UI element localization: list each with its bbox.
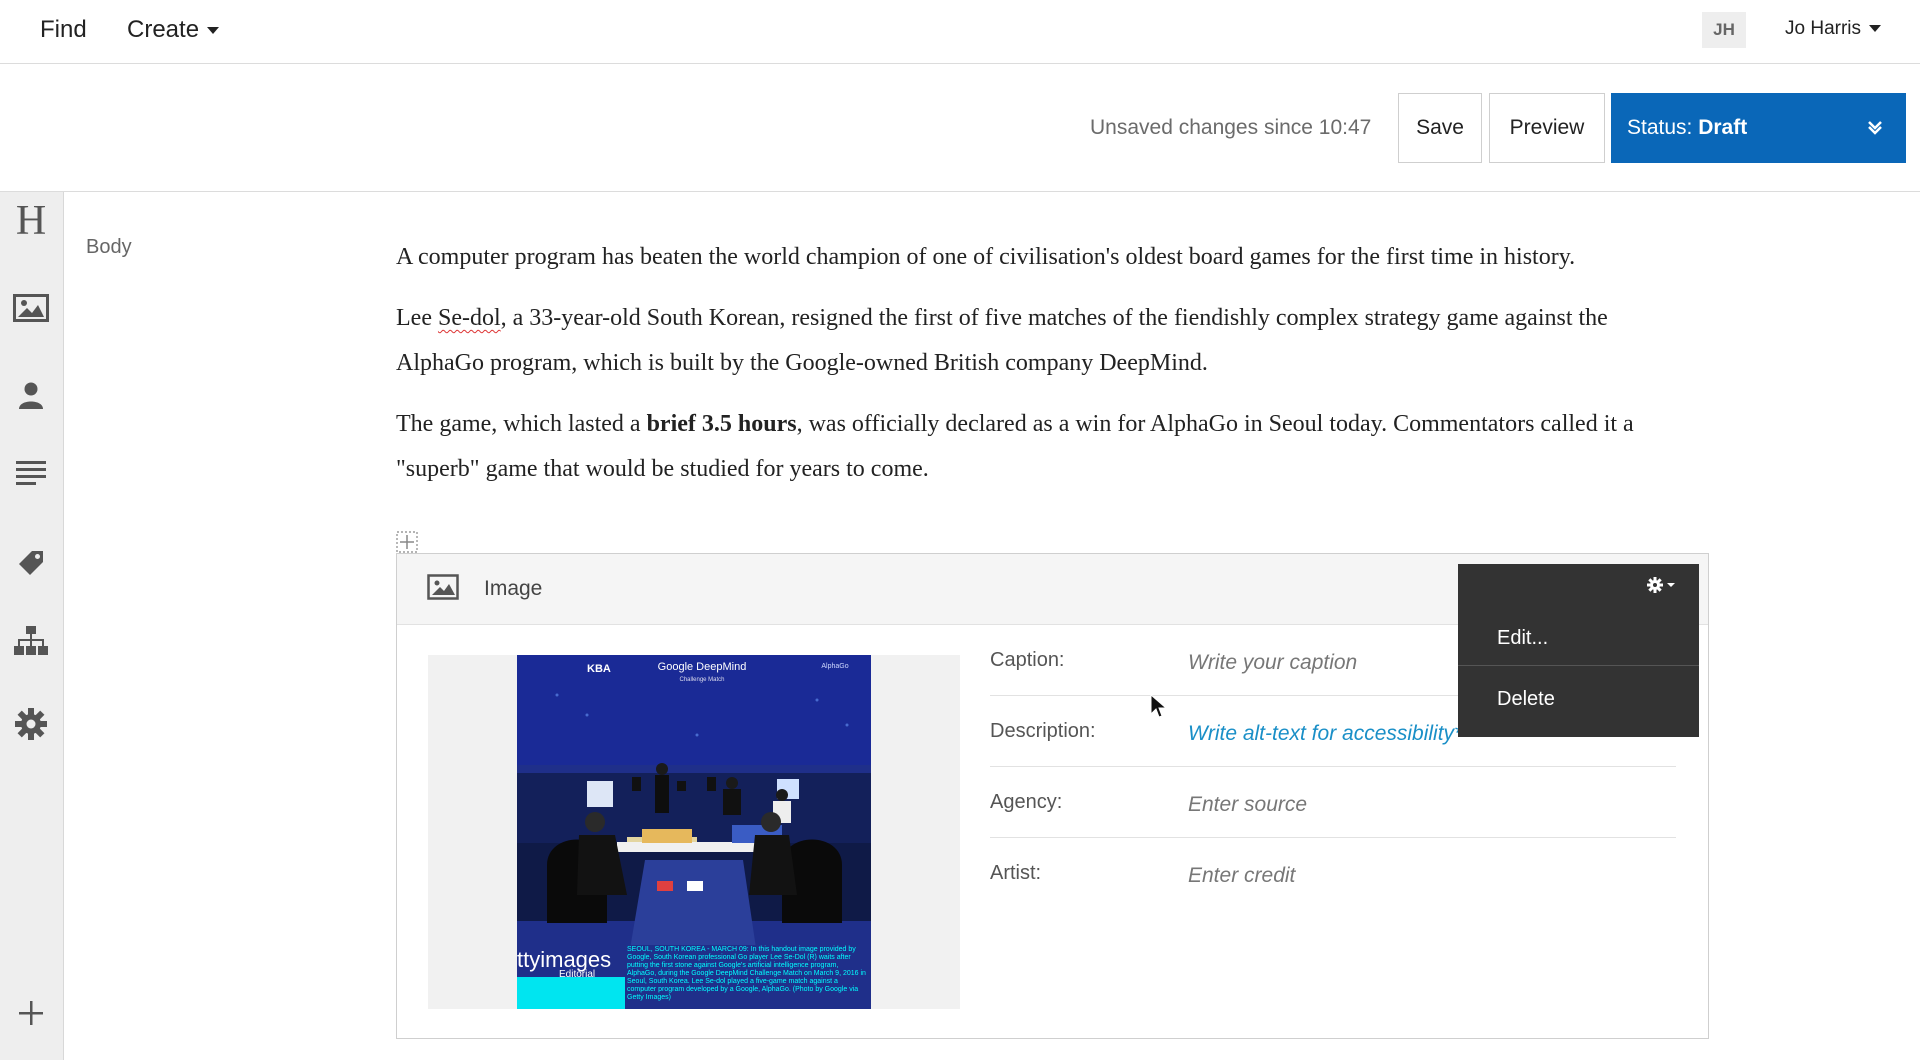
drag-handle-icon[interactable] [396, 531, 418, 553]
image-settings-menu: Edit... Delete [1458, 564, 1699, 737]
plus-icon[interactable] [12, 994, 50, 1032]
text-lines-icon[interactable] [12, 455, 50, 493]
paragraph-1[interactable]: A computer program has beaten the world … [396, 235, 1696, 280]
user-menu[interactable]: Jo Harris [1785, 18, 1882, 40]
paragraph-text: The game, which lasted a [396, 411, 647, 437]
top-nav: Find Create JH Jo Harris [0, 0, 1920, 64]
photo-watermark-sub: Editorial [559, 969, 595, 980]
photo-event-subtitle: Challenge Match [679, 677, 724, 683]
nav-create-menu[interactable]: Create [127, 16, 220, 44]
unsaved-changes-text: Unsaved changes since 10:47 [1090, 116, 1372, 139]
agency-label: Agency: [990, 791, 1063, 813]
image-icon [427, 574, 459, 605]
photo-logo-left: KBA [587, 663, 611, 675]
agency-row: Agency: Enter source [990, 767, 1676, 838]
artist-input[interactable]: Enter credit [1188, 864, 1295, 888]
body-field-label: Body [86, 236, 132, 258]
paragraph-text: , a 33-year-old South Korean, resigned t… [396, 305, 1608, 376]
agency-input[interactable]: Enter source [1188, 793, 1307, 817]
caret-down-icon [1869, 25, 1882, 33]
bold-text: brief 3.5 hours [646, 411, 797, 437]
caret-down-icon [207, 27, 220, 35]
photo-event-title: Google DeepMind [658, 661, 747, 673]
image-thumbnail: KBA Google DeepMind Challenge Match Alph… [517, 655, 871, 1009]
status-value: Draft [1698, 116, 1748, 139]
element-sidebar: H [0, 192, 64, 1060]
save-button[interactable]: Save [1398, 93, 1482, 163]
paragraph-text: Lee [396, 305, 438, 331]
nav-create-label: Create [127, 16, 200, 43]
nav-find-link[interactable]: Find [40, 16, 87, 44]
image-preview[interactable]: KBA Google DeepMind Challenge Match Alph… [428, 655, 960, 1009]
image-block-title: Image [484, 577, 543, 600]
paragraph-2[interactable]: Lee Se-dol, a 33-year-old South Korean, … [396, 296, 1696, 386]
user-name-label: Jo Harris [1785, 18, 1862, 39]
gear-icon[interactable] [12, 705, 50, 743]
photo-caption-strip: SEOUL, SOUTH KOREA - MARCH 09: In this h… [627, 946, 866, 1001]
status-prefix: Status: [1627, 116, 1693, 139]
paragraph-3[interactable]: The game, which lasted a brief 3.5 hours… [396, 402, 1696, 492]
chevron-down-icon [1866, 93, 1884, 163]
artist-label: Artist: [990, 862, 1042, 884]
tag-icon[interactable] [12, 544, 50, 582]
misspelled-word[interactable]: Se-dol [438, 305, 501, 331]
caption-input[interactable]: Write your caption [1188, 651, 1357, 675]
preview-button[interactable]: Preview [1489, 93, 1605, 163]
description-label: Description: [990, 720, 1096, 742]
mouse-cursor-icon [1150, 694, 1168, 718]
editor-toolbar: Unsaved changes since 10:47 Save Preview… [0, 64, 1920, 192]
menu-item-edit[interactable]: Edit... [1458, 610, 1699, 666]
person-icon[interactable] [12, 376, 50, 414]
avatar[interactable]: JH [1702, 12, 1746, 48]
hierarchy-icon[interactable] [12, 622, 50, 660]
status-dropdown-button[interactable]: Status: Draft [1611, 93, 1906, 163]
gear-dropdown-icon[interactable] [1647, 576, 1677, 600]
photo-logo-right: AlphaGo [821, 663, 848, 670]
image-icon[interactable] [12, 289, 50, 327]
heading-icon[interactable]: H [12, 198, 50, 244]
menu-item-delete[interactable]: Delete [1458, 671, 1699, 727]
image-block[interactable]: Image KBA Google DeepMind Challenge Matc… [396, 553, 1709, 1039]
body-editor[interactable]: A computer program has beaten the world … [396, 235, 1696, 508]
description-input[interactable]: Write alt-text for accessibility* [1188, 722, 1462, 746]
caption-label: Caption: [990, 649, 1065, 671]
artist-row: Artist: Enter credit [990, 838, 1676, 909]
